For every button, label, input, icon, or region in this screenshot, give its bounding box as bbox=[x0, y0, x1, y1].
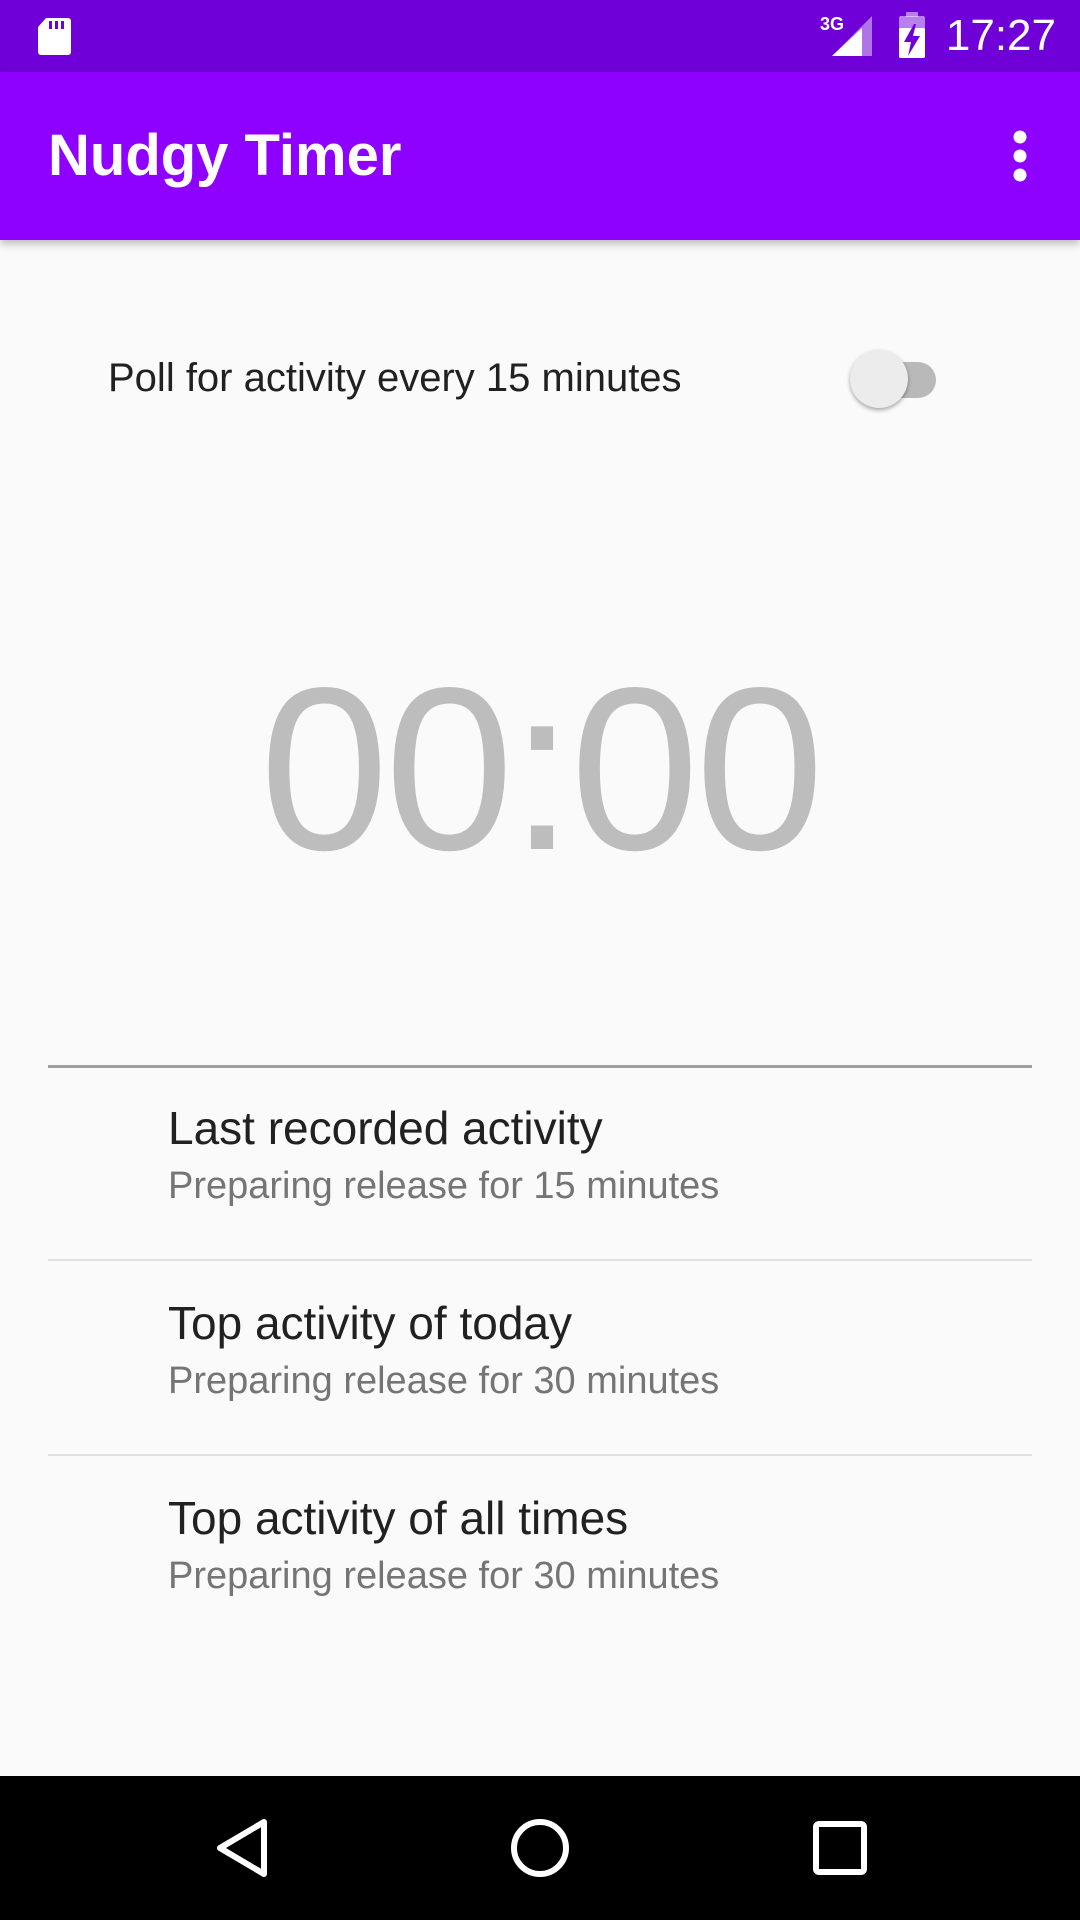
activity-subtitle: Preparing release for 15 minutes bbox=[168, 1165, 720, 1207]
activity-title: Top activity of all times bbox=[168, 1492, 629, 1544]
list-divider bbox=[48, 1454, 1032, 1456]
home-icon bbox=[511, 1819, 569, 1877]
network-type-label: 3G bbox=[820, 14, 844, 34]
overflow-menu-icon bbox=[1013, 130, 1027, 182]
section-divider bbox=[48, 1065, 1032, 1068]
activity-title: Last recorded activity bbox=[168, 1102, 603, 1154]
list-item-top-activity-today: Top activity of today Preparing release … bbox=[168, 1295, 1028, 1445]
signal-icon: 3G bbox=[820, 14, 872, 56]
poll-setting-row: Poll for activity every 15 minutes bbox=[108, 340, 948, 416]
list-item-top-activity-all-times: Top activity of all times Preparing rele… bbox=[168, 1490, 1028, 1640]
poll-toggle-switch[interactable] bbox=[842, 342, 946, 414]
back-icon bbox=[217, 1819, 267, 1877]
back-button[interactable] bbox=[202, 1808, 282, 1888]
switch-thumb bbox=[850, 350, 908, 408]
home-button[interactable] bbox=[500, 1808, 580, 1888]
status-time: 17:27 bbox=[945, 11, 1056, 60]
recents-button[interactable] bbox=[800, 1808, 880, 1888]
activity-title: Top activity of today bbox=[168, 1297, 572, 1349]
sd-card-icon bbox=[38, 18, 71, 55]
recents-icon bbox=[813, 1821, 867, 1875]
screen: 3G 17:27 Nudgy Timer Poll for activity e… bbox=[0, 0, 1080, 1920]
poll-label: Poll for activity every 15 minutes bbox=[108, 356, 682, 400]
list-divider bbox=[48, 1259, 1032, 1261]
list-item-last-recorded-activity: Last recorded activity Preparing release… bbox=[168, 1100, 1028, 1250]
navigation-bar bbox=[0, 1776, 1080, 1920]
status-bar: 3G 17:27 bbox=[0, 0, 1080, 72]
overflow-menu-button[interactable] bbox=[984, 108, 1056, 204]
timer-display: 00:00 bbox=[259, 640, 825, 899]
app-bar: Nudgy Timer bbox=[0, 72, 1080, 240]
app-title: Nudgy Timer bbox=[48, 123, 402, 188]
activity-subtitle: Preparing release for 30 minutes bbox=[168, 1360, 720, 1402]
battery-charging-icon bbox=[899, 12, 925, 58]
activity-subtitle: Preparing release for 30 minutes bbox=[168, 1555, 720, 1597]
